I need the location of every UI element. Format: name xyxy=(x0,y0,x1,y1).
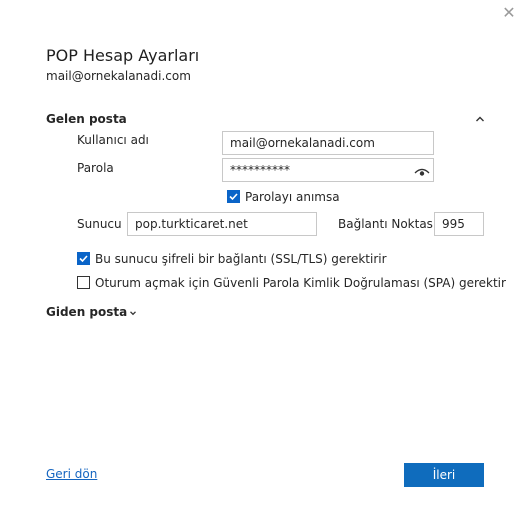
password-field[interactable]: ********** xyxy=(222,158,434,182)
next-button-label: İleri xyxy=(432,468,456,482)
next-button[interactable]: İleri xyxy=(404,463,484,487)
checkbox-checked-icon xyxy=(227,190,240,203)
checkbox-unchecked-icon xyxy=(77,276,90,289)
port-value: 995 xyxy=(442,217,465,231)
port-field[interactable]: 995 xyxy=(434,212,484,236)
outgoing-section-title: Giden posta xyxy=(46,305,128,319)
eye-icon[interactable] xyxy=(413,164,431,178)
server-field[interactable]: pop.turkticaret.net xyxy=(127,212,317,236)
close-icon[interactable]: ✕ xyxy=(500,4,518,22)
server-label: Sunucu xyxy=(77,217,122,231)
username-field[interactable]: mail@ornekalanadi.com xyxy=(222,131,434,155)
checkbox-checked-icon xyxy=(77,252,90,265)
outgoing-section-header[interactable]: Giden posta xyxy=(46,305,138,319)
account-email: mail@ornekalanadi.com xyxy=(46,69,191,83)
chevron-down-icon xyxy=(128,307,138,317)
ssl-label[interactable]: Bu sunucu şifreli bir bağlantı (SSL/TLS)… xyxy=(95,252,387,266)
username-label: Kullanıcı adı xyxy=(77,133,149,147)
dialog-title: POP Hesap Ayarları xyxy=(46,46,200,65)
incoming-section-header[interactable]: Gelen posta xyxy=(46,112,127,126)
back-link[interactable]: Geri dön xyxy=(46,467,97,481)
password-label: Parola xyxy=(77,161,114,175)
remember-password-label[interactable]: Parolayı anımsa xyxy=(245,190,340,204)
chevron-up-icon[interactable] xyxy=(473,111,487,125)
remember-password-checkbox[interactable] xyxy=(227,190,240,203)
ssl-checkbox[interactable] xyxy=(77,252,90,265)
spa-label[interactable]: Oturum açmak için Güvenli Parola Kimlik … xyxy=(95,276,506,290)
spa-checkbox[interactable] xyxy=(77,276,90,289)
password-value: ********** xyxy=(230,163,290,177)
incoming-section-title: Gelen posta xyxy=(46,112,127,126)
username-value: mail@ornekalanadi.com xyxy=(230,136,375,150)
port-label: Bağlantı Noktası xyxy=(338,217,437,231)
server-value: pop.turkticaret.net xyxy=(135,217,248,231)
